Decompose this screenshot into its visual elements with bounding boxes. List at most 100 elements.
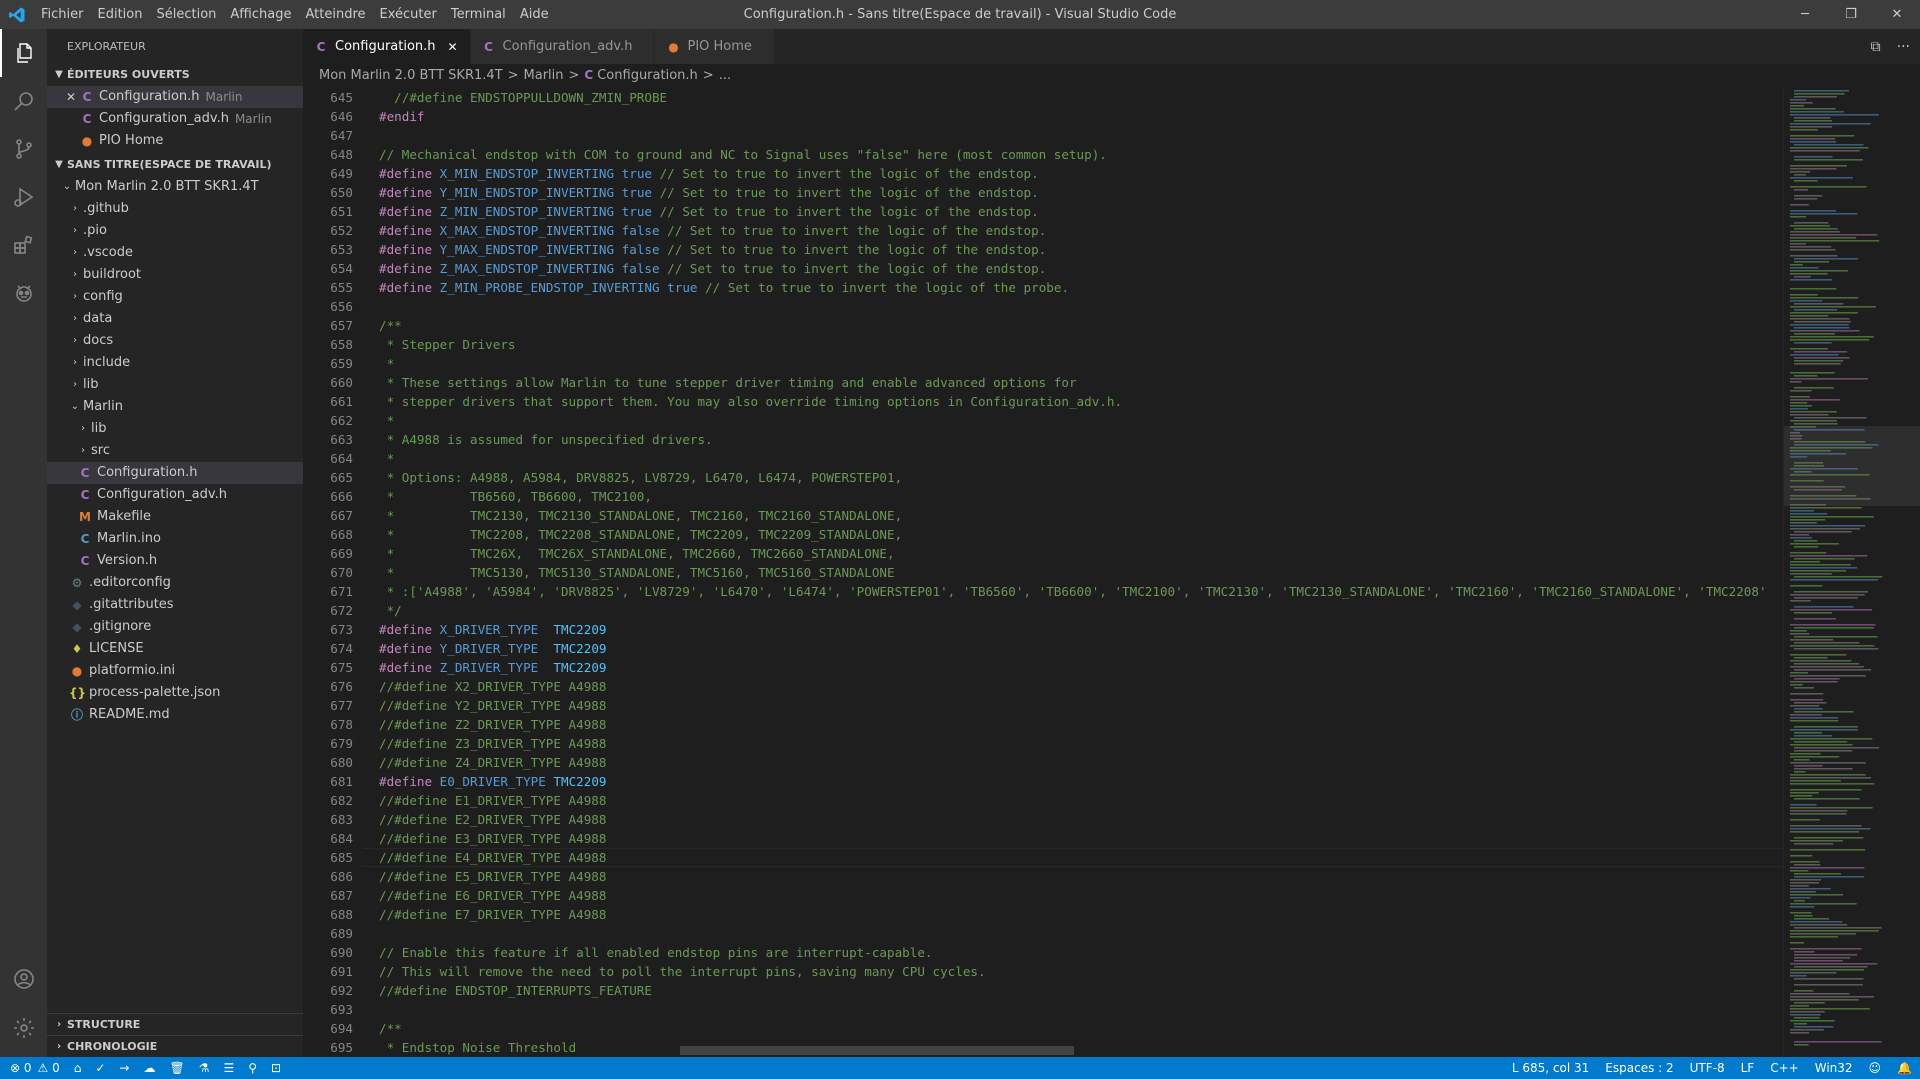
restore-icon[interactable]: ❐ bbox=[1828, 0, 1874, 29]
code-line[interactable]: * stepper drivers that support them. You… bbox=[379, 392, 1122, 411]
code-line[interactable]: //#define E4_DRIVER_TYPE A4988 bbox=[379, 848, 606, 867]
code-line[interactable]: //#define Z4_DRIVER_TYPE A4988 bbox=[379, 753, 606, 772]
tree-file[interactable]: ◆ .gitattributes bbox=[47, 594, 303, 616]
close-window-icon[interactable]: ✕ bbox=[1874, 0, 1920, 29]
more-actions-icon[interactable]: ··· bbox=[1897, 39, 1910, 55]
code-line[interactable]: #define Z_MIN_PROBE_ENDSTOP_INVERTING tr… bbox=[379, 278, 1069, 297]
end-of-line[interactable]: LF bbox=[1741, 1061, 1755, 1075]
tree-file[interactable]: C Version.h bbox=[47, 550, 303, 572]
encoding[interactable]: UTF-8 bbox=[1690, 1061, 1725, 1075]
code-line[interactable]: //#define Z2_DRIVER_TYPE A4988 bbox=[379, 715, 606, 734]
minimap[interactable] bbox=[1783, 86, 1920, 1057]
minimize-icon[interactable]: ─ bbox=[1782, 0, 1828, 29]
tree-file[interactable]: ● platformio.ini bbox=[47, 660, 303, 682]
code-line[interactable]: * These settings allow Marlin to tune st… bbox=[379, 373, 1077, 392]
account-icon[interactable] bbox=[0, 955, 47, 1003]
code-line[interactable]: #define X_DRIVER_TYPE TMC2209 bbox=[379, 620, 607, 639]
tree-folder[interactable]: › docs bbox=[47, 330, 303, 352]
close-editor-icon[interactable]: ✕ bbox=[63, 86, 79, 108]
tree-folder[interactable]: › buildroot bbox=[47, 264, 303, 286]
code-line[interactable]: * bbox=[379, 354, 395, 373]
pio-test-icon[interactable]: ⚗ bbox=[199, 1061, 210, 1075]
menu-selection[interactable]: Sélection bbox=[149, 0, 223, 29]
code-line[interactable]: #define X_MIN_ENDSTOP_INVERTING true // … bbox=[379, 164, 1039, 183]
code-line[interactable]: #define Y_MAX_ENDSTOP_INVERTING false //… bbox=[379, 240, 1046, 259]
pio-upload-icon[interactable]: → bbox=[119, 1061, 129, 1075]
code-line[interactable]: /** bbox=[379, 316, 402, 335]
tree-file[interactable]: ◆ .gitignore bbox=[47, 616, 303, 638]
code-line[interactable]: //#define Z3_DRIVER_TYPE A4988 bbox=[379, 734, 606, 753]
run-debug-icon[interactable] bbox=[0, 173, 47, 221]
code-line[interactable]: * bbox=[379, 449, 395, 468]
breadcrumb-root[interactable]: Mon Marlin 2.0 BTT SKR1.4T bbox=[319, 68, 503, 83]
tree-file[interactable]: ♦ LICENSE bbox=[47, 638, 303, 660]
code-line[interactable]: //#define Y2_DRIVER_TYPE A4988 bbox=[379, 696, 606, 715]
code-line[interactable]: #define E0_DRIVER_TYPE TMC2209 bbox=[379, 772, 607, 791]
code-line[interactable]: * Stepper Drivers bbox=[379, 335, 516, 354]
code-line[interactable]: //#define ENDSTOP_INTERRUPTS_FEATURE bbox=[379, 981, 652, 1000]
tree-file[interactable]: C Configuration.h bbox=[47, 462, 303, 484]
open-editor-item[interactable]: ✕ C Configuration.h Marlin bbox=[47, 86, 303, 108]
language-mode[interactable]: C++ bbox=[1770, 1061, 1799, 1075]
code-line[interactable]: * TMC26X, TMC26X_STANDALONE, TMC2660, TM… bbox=[379, 544, 895, 563]
tree-file[interactable]: C Marlin.ino bbox=[47, 528, 303, 550]
tree-file[interactable]: C Configuration_adv.h bbox=[47, 484, 303, 506]
code-line[interactable]: //#define E2_DRIVER_TYPE A4988 bbox=[379, 810, 606, 829]
tree-folder[interactable]: › config bbox=[47, 286, 303, 308]
pio-tasks-icon[interactable]: ☰ bbox=[223, 1061, 234, 1075]
tree-file[interactable]: ⓘ README.md bbox=[47, 704, 303, 726]
tree-folder[interactable]: › .pio bbox=[47, 220, 303, 242]
code-line[interactable]: //#define X2_DRIVER_TYPE A4988 bbox=[379, 677, 606, 696]
tree-folder[interactable]: › lib bbox=[47, 374, 303, 396]
horizontal-scrollbar[interactable] bbox=[680, 1046, 1074, 1055]
tree-folder[interactable]: › lib bbox=[47, 418, 303, 440]
code-line[interactable]: // This will remove the need to poll the… bbox=[379, 962, 986, 981]
split-editor-icon[interactable]: ⧉ bbox=[1871, 39, 1881, 55]
tree-file[interactable]: {} process-palette.json bbox=[47, 682, 303, 704]
extensions-icon[interactable] bbox=[0, 221, 47, 269]
pio-terminal-icon[interactable]: ⊡ bbox=[271, 1061, 281, 1075]
code-line[interactable]: #define Z_DRIVER_TYPE TMC2209 bbox=[379, 658, 607, 677]
tree-folder[interactable]: › src bbox=[47, 440, 303, 462]
code-line[interactable]: //#define ENDSTOPPULLDOWN_ZMIN_PROBE bbox=[379, 88, 667, 107]
code-line[interactable]: * TB6560, TB6600, TMC2100, bbox=[379, 487, 652, 506]
tree-root-folder[interactable]: ⌄ Mon Marlin 2.0 BTT SKR1.4T bbox=[47, 176, 303, 198]
warnings-count[interactable]: ⚠ 0 bbox=[38, 1061, 60, 1075]
code-line[interactable]: * Endstop Noise Threshold bbox=[379, 1038, 577, 1057]
code-line[interactable]: * TMC2208, TMC2208_STANDALONE, TMC2209, … bbox=[379, 525, 903, 544]
code-line[interactable]: * bbox=[379, 411, 395, 430]
menu-executer[interactable]: Exécuter bbox=[373, 0, 444, 29]
menu-fichier[interactable]: Fichier bbox=[34, 0, 91, 29]
code-line[interactable]: //#define E3_DRIVER_TYPE A4988 bbox=[379, 829, 606, 848]
platform[interactable]: Win32 bbox=[1815, 1061, 1853, 1075]
tree-folder[interactable]: › .vscode bbox=[47, 242, 303, 264]
menu-affichage[interactable]: Affichage bbox=[223, 0, 298, 29]
tab-pio-home[interactable]: ● PIO Home bbox=[655, 29, 775, 64]
code-line[interactable]: * TMC2130, TMC2130_STANDALONE, TMC2160, … bbox=[379, 506, 903, 525]
workspace-section[interactable]: ▼ SANS TITRE(ESPACE DE TRAVAIL) bbox=[47, 154, 303, 176]
breadcrumb-symbol[interactable]: ... bbox=[719, 68, 731, 83]
pio-build-icon[interactable]: ✓ bbox=[95, 1061, 105, 1075]
tree-folder[interactable]: › .github bbox=[47, 198, 303, 220]
menu-aide[interactable]: Aide bbox=[513, 0, 556, 29]
close-tab-icon[interactable]: ✕ bbox=[446, 40, 460, 54]
code-line[interactable]: * Options: A4988, A5984, DRV8825, LV8729… bbox=[379, 468, 903, 487]
notifications-bell-icon[interactable]: 🔔 bbox=[1897, 1061, 1912, 1075]
menu-edition[interactable]: Edition bbox=[91, 0, 150, 29]
code-line[interactable]: // Mechanical endstop with COM to ground… bbox=[379, 145, 1107, 164]
code-line[interactable]: * A4988 is assumed for unspecified drive… bbox=[379, 430, 713, 449]
open-editor-item[interactable]: C Configuration_adv.h Marlin bbox=[47, 108, 303, 130]
outline-section[interactable]: › STRUCTURE bbox=[47, 1013, 303, 1035]
code-line[interactable]: /** bbox=[379, 1019, 402, 1038]
code-line[interactable]: #define Z_MIN_ENDSTOP_INVERTING true // … bbox=[379, 202, 1039, 221]
source-control-icon[interactable] bbox=[0, 125, 47, 173]
cursor-position[interactable]: L 685, col 31 bbox=[1512, 1061, 1589, 1075]
open-editor-item[interactable]: ● PIO Home bbox=[47, 130, 303, 152]
tree-folder-marlin[interactable]: ⌄ Marlin bbox=[47, 396, 303, 418]
breadcrumb-folder[interactable]: Marlin bbox=[524, 68, 564, 83]
code-line[interactable]: //#define E1_DRIVER_TYPE A4988 bbox=[379, 791, 606, 810]
code-line[interactable]: // Enable this feature if all enabled en… bbox=[379, 943, 933, 962]
pio-serial-monitor-icon[interactable]: ⚲ bbox=[248, 1061, 257, 1075]
settings-gear-icon[interactable] bbox=[0, 1004, 47, 1052]
code-line[interactable]: */ bbox=[379, 601, 402, 620]
